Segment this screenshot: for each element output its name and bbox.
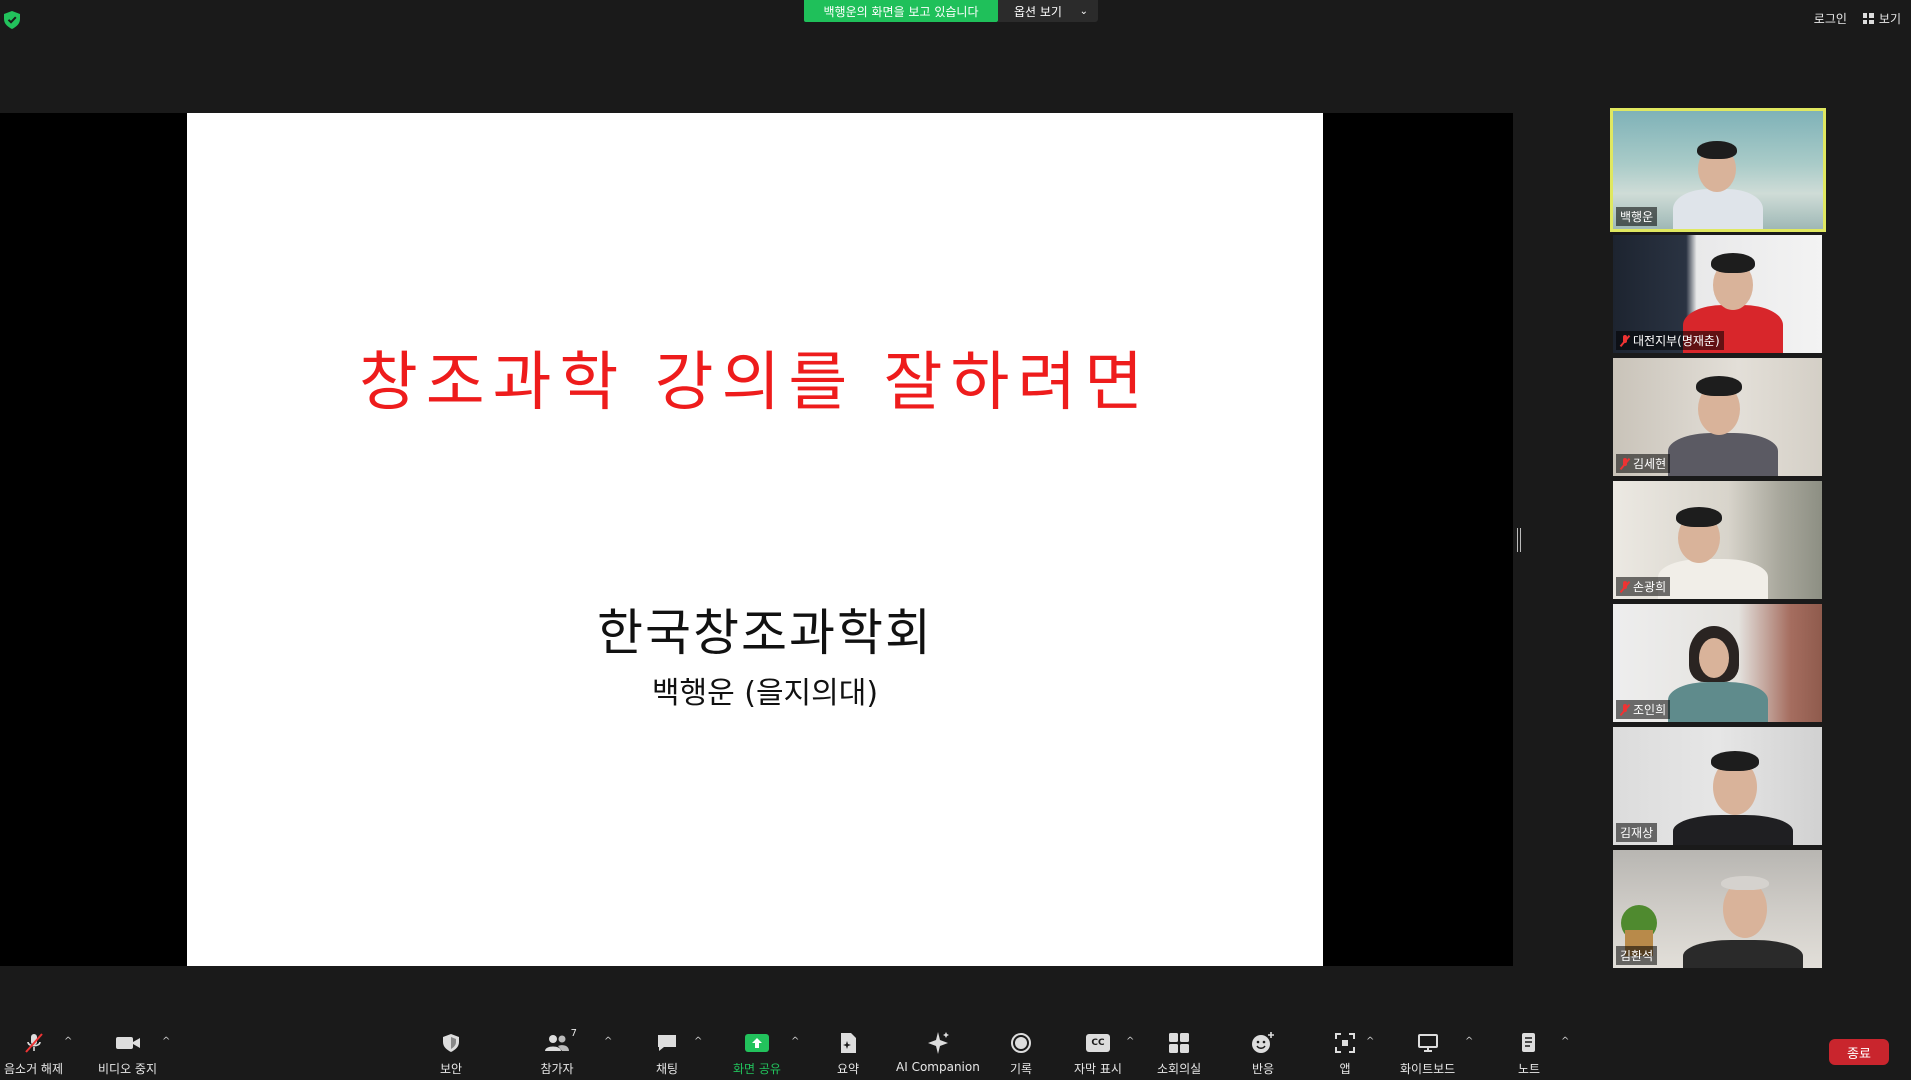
mic-muted-icon: [1620, 580, 1630, 593]
shield-icon: [438, 1032, 464, 1054]
view-options-button[interactable]: 옵션 보기 ⌄: [998, 0, 1098, 22]
view-button[interactable]: 보기: [1862, 10, 1901, 27]
chat-options-caret[interactable]: ^: [694, 1036, 702, 1047]
participant-tile[interactable]: 김세현: [1613, 358, 1822, 476]
video-options-caret[interactable]: ^: [162, 1036, 170, 1047]
end-meeting-button[interactable]: 종료: [1829, 1039, 1889, 1065]
whiteboard-options-caret[interactable]: ^: [1465, 1036, 1473, 1047]
chat-button[interactable]: 채팅: [654, 1032, 680, 1077]
whiteboard-button[interactable]: 화이트보드: [1400, 1032, 1455, 1077]
video-camera-icon: [115, 1032, 141, 1054]
participant-name: 김환석: [1616, 946, 1658, 965]
chat-bubble-icon: [654, 1032, 680, 1054]
breakout-rooms-button[interactable]: 소회의실: [1157, 1032, 1201, 1077]
participant-tile[interactable]: 김환석: [1613, 850, 1822, 968]
reactions-button[interactable]: 반응: [1250, 1032, 1276, 1077]
grid-view-icon: [1862, 13, 1874, 24]
participant-name: 백행운: [1616, 207, 1658, 226]
participant-tile[interactable]: 손광희: [1613, 481, 1822, 599]
mic-muted-icon: [1620, 703, 1630, 716]
mic-muted-icon: [21, 1032, 47, 1054]
audio-options-caret[interactable]: ^: [64, 1036, 72, 1047]
breakout-grid-icon: [1166, 1032, 1192, 1054]
notes-icon: [1516, 1032, 1542, 1054]
panel-resize-handle[interactable]: [1517, 528, 1521, 552]
chevron-down-icon: ⌄: [1079, 5, 1088, 17]
participants-options-caret[interactable]: ^: [604, 1036, 612, 1047]
participant-tile[interactable]: 백행운: [1610, 108, 1826, 232]
apps-button[interactable]: 앱: [1332, 1032, 1358, 1077]
participants-count: 7: [570, 1028, 577, 1039]
login-link[interactable]: 로그인: [1814, 10, 1847, 27]
closed-captions-icon: CC: [1085, 1032, 1111, 1054]
notes-button[interactable]: 노트: [1516, 1032, 1542, 1077]
mic-muted-icon: [1620, 334, 1630, 347]
participants-button[interactable]: 7 참가자: [537, 1028, 577, 1077]
security-button[interactable]: 보안: [438, 1032, 464, 1077]
participant-tile[interactable]: 조인희: [1613, 604, 1822, 722]
summary-button[interactable]: 요약: [835, 1032, 861, 1077]
mic-muted-icon: [1620, 457, 1630, 470]
participant-name: 대전지부(명재춘): [1616, 331, 1724, 350]
smiley-plus-icon: [1250, 1032, 1276, 1054]
participant-name: 김재상: [1616, 823, 1658, 842]
share-options-caret[interactable]: ^: [791, 1036, 799, 1047]
whiteboard-icon: [1415, 1032, 1441, 1054]
unmute-button[interactable]: 음소거 해제: [4, 1032, 63, 1077]
participant-tile[interactable]: 김재상: [1613, 727, 1822, 845]
participant-name: 조인희: [1616, 700, 1671, 719]
share-screen-button[interactable]: 화면 공유: [733, 1032, 781, 1077]
ai-companion-button[interactable]: AI Companion: [896, 1032, 980, 1074]
apps-icon: [1332, 1032, 1358, 1054]
notes-options-caret[interactable]: ^: [1561, 1036, 1569, 1047]
participants-icon: 7: [537, 1028, 577, 1054]
record-icon: [1008, 1032, 1034, 1054]
slide-author: 백행운 (을지의대): [651, 676, 879, 711]
presentation-slide: 창조과학 강의를 잘하려면 한국창조과학회 백행운 (을지의대): [187, 113, 1323, 966]
apps-options-caret[interactable]: ^: [1366, 1036, 1374, 1047]
view-options-label: 옵션 보기: [1014, 4, 1062, 19]
security-shield-icon[interactable]: [4, 11, 20, 29]
participant-tile[interactable]: 대전지부(명재춘): [1613, 235, 1822, 353]
sparkle-icon: [925, 1032, 951, 1054]
slide-title: 창조과학 강의를 잘하려면: [358, 346, 1152, 420]
stop-video-button[interactable]: 비디오 중지: [98, 1032, 157, 1077]
record-button[interactable]: 기록: [1008, 1032, 1034, 1077]
captions-button[interactable]: CC 자막 표시: [1074, 1032, 1122, 1077]
summary-document-icon: [835, 1032, 861, 1054]
screen-share-banner: 백행운의 화면을 보고 있습니다: [804, 0, 998, 22]
shared-screen: 창조과학 강의를 잘하려면 한국창조과학회 백행운 (을지의대): [0, 113, 1513, 966]
view-label: 보기: [1878, 12, 1901, 26]
slide-organization: 한국창조과학회: [597, 604, 933, 662]
participant-name: 손광희: [1616, 577, 1671, 596]
share-screen-icon: [744, 1032, 770, 1054]
captions-options-caret[interactable]: ^: [1126, 1036, 1134, 1047]
participant-name: 김세현: [1616, 454, 1671, 473]
meeting-toolbar: 음소거 해제 ^ 비디오 중지 ^ 보안 7 참가자 ^ 채팅 ^ 화면 공유 …: [0, 1018, 1911, 1080]
